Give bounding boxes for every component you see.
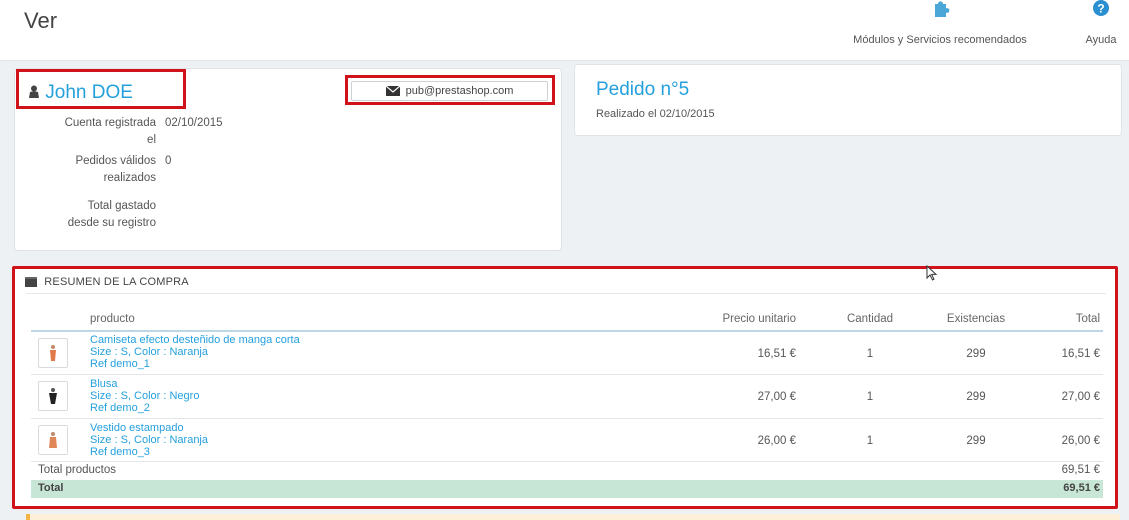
- product-thumbnail[interactable]: [38, 338, 68, 368]
- row-total: 26,00 €: [1061, 435, 1100, 447]
- highlight-box-email: [345, 75, 555, 105]
- help-icon: ?: [1093, 0, 1109, 16]
- row-divider: [31, 418, 1103, 419]
- col-header-stock[interactable]: Existencias: [934, 313, 1018, 325]
- cursor-icon: [926, 265, 938, 281]
- highlight-box-name: [16, 69, 186, 109]
- col-header-quantity[interactable]: Cantidad: [835, 313, 905, 325]
- product-ref: Ref demo_3: [90, 446, 150, 458]
- product-attributes: Size : S, Color : Naranja: [90, 434, 208, 446]
- quantity: 1: [866, 348, 874, 360]
- total-row: [31, 480, 1103, 498]
- help-link[interactable]: ? Ayuda: [1078, 0, 1124, 46]
- table-row[interactable]: Camiseta efecto desteñido de manga corta…: [90, 334, 300, 370]
- total-spent-label: Total gastado desde su registro: [28, 198, 156, 232]
- registered-value: 02/10/2015: [165, 117, 223, 129]
- valid-orders-label-line1: Pedidos válidos: [75, 155, 156, 167]
- product-attributes: Size : S, Color : Negro: [90, 390, 200, 402]
- total-products-label: Total productos: [38, 464, 116, 476]
- product-ref: Ref demo_1: [90, 358, 150, 370]
- unit-price: 27,00 €: [757, 391, 796, 403]
- product-thumbnail[interactable]: [38, 381, 68, 411]
- help-label: Ayuda: [1085, 34, 1117, 46]
- puzzle-icon: [935, 1, 950, 17]
- header-divider: [31, 330, 1103, 332]
- total-spent-label-line2: desde su registro: [67, 217, 156, 229]
- valid-orders-label: Pedidos válidos realizados: [28, 153, 156, 187]
- modules-services-label: Módulos y Servicios recomendados: [853, 34, 1027, 46]
- product-name[interactable]: Vestido estampado: [90, 422, 208, 434]
- product-attributes: Size : S, Color : Naranja: [90, 346, 208, 358]
- table-row[interactable]: Vestido estampado Size : S, Color : Nara…: [90, 422, 208, 458]
- product-image-icon: [49, 388, 57, 404]
- unit-price: 16,51 €: [757, 348, 796, 360]
- summary-heading-label: RESUMEN DE LA COMPRA: [44, 276, 189, 288]
- stock: 299: [966, 391, 986, 403]
- order-title: Pedido n°5: [596, 79, 690, 100]
- product-ref: Ref demo_2: [90, 402, 150, 414]
- col-header-unit-price[interactable]: Precio unitario: [690, 313, 796, 325]
- total-label: Total: [38, 482, 64, 494]
- row-total: 16,51 €: [1061, 348, 1100, 360]
- valid-orders-label-line2: realizados: [103, 172, 156, 184]
- registered-label: Cuenta registrada el: [28, 115, 156, 149]
- total-products-value: 69,51 €: [1061, 464, 1100, 476]
- stock: 299: [966, 348, 986, 360]
- quantity: 1: [866, 435, 874, 447]
- row-divider: [31, 461, 1103, 462]
- page-title: Ver: [24, 8, 58, 33]
- valid-orders-value: 0: [165, 155, 172, 167]
- row-total: 27,00 €: [1061, 391, 1100, 403]
- product-name[interactable]: Camiseta efecto desteñido de manga corta: [90, 334, 300, 346]
- cart-icon: [25, 277, 37, 287]
- quantity: 1: [866, 391, 874, 403]
- alert-strip: [26, 514, 1120, 520]
- row-divider: [31, 374, 1103, 375]
- total-value: 69,51 €: [1063, 482, 1100, 494]
- total-spent-label-line1: Total gastado: [87, 200, 156, 212]
- registered-label-line2: el: [147, 134, 156, 146]
- product-image-icon: [49, 432, 57, 448]
- summary-heading: RESUMEN DE LA COMPRA: [25, 276, 189, 288]
- stock: 299: [966, 435, 986, 447]
- registered-label-line1: Cuenta registrada: [64, 117, 156, 129]
- order-date: Realizado el 02/10/2015: [596, 108, 715, 120]
- product-image-icon: [50, 345, 56, 361]
- unit-price: 26,00 €: [757, 435, 796, 447]
- modules-services-link[interactable]: Módulos y Servicios recomendados: [850, 0, 1030, 46]
- divider: [26, 293, 1106, 294]
- product-name[interactable]: Blusa: [90, 378, 199, 390]
- table-row[interactable]: Blusa Size : S, Color : Negro Ref demo_2: [90, 378, 199, 414]
- col-header-product[interactable]: producto: [90, 313, 135, 325]
- svg-text:?: ?: [1097, 2, 1104, 16]
- col-header-total[interactable]: Total: [1040, 313, 1100, 325]
- page-header: Ver Módulos y Servicios recomendados ? A…: [0, 0, 1129, 61]
- product-thumbnail[interactable]: [38, 425, 68, 455]
